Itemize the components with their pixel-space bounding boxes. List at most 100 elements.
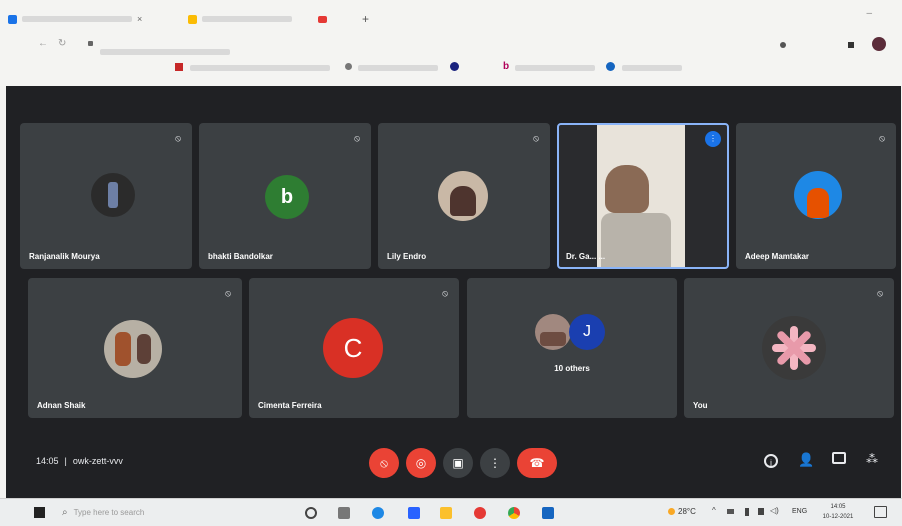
- battery-icon[interactable]: [745, 508, 749, 516]
- tray-chevron-icon[interactable]: ^: [712, 506, 716, 515]
- chat-button[interactable]: [832, 452, 846, 464]
- profile-avatar[interactable]: [872, 37, 886, 51]
- avatar: [438, 171, 488, 221]
- extension-icon[interactable]: [780, 42, 786, 48]
- participant-name: Cimenta Ferreira: [258, 401, 322, 410]
- video-feed: [597, 125, 685, 267]
- language-indicator[interactable]: ENG: [792, 508, 807, 515]
- participant-tile-self[interactable]: ⦸ You: [684, 278, 894, 418]
- tab-youtube[interactable]: +: [318, 10, 369, 28]
- reload-icon[interactable]: ↻: [58, 38, 66, 49]
- avatar: C: [323, 318, 383, 378]
- info-icon: i: [770, 458, 772, 468]
- edge-icon[interactable]: [372, 507, 384, 519]
- participant-name: Adnan Shaik: [37, 401, 86, 410]
- url-field[interactable]: [100, 42, 230, 60]
- notification-icon[interactable]: [874, 506, 887, 518]
- participant-tile[interactable]: ⦸ b bhakti Bandolkar: [199, 123, 371, 269]
- volume-icon[interactable]: ◁): [770, 506, 779, 515]
- mic-off-icon: ⦸: [877, 288, 883, 298]
- participants-button[interactable]: 👤: [798, 452, 814, 468]
- tab-meet[interactable]: ×: [8, 10, 142, 28]
- clock-time: 14:05: [830, 504, 846, 510]
- participant-name: Dr. Ga... ...: [566, 252, 606, 261]
- bookmarks-bar: b: [0, 60, 902, 78]
- participant-name: Lily Endro: [387, 252, 427, 261]
- wifi-icon[interactable]: [758, 508, 764, 515]
- browser-chrome: × + – ← ↻ b: [0, 0, 902, 86]
- app-icon[interactable]: [474, 507, 486, 519]
- mic-off-icon: ⦸: [879, 133, 885, 143]
- participant-name: 10 others: [554, 364, 590, 373]
- bookmark-icon-2[interactable]: [345, 63, 352, 70]
- mic-off-icon: ⦸: [533, 133, 539, 143]
- weather-widget[interactable]: 28°C: [668, 507, 696, 516]
- mic-off-icon: ⦸: [175, 133, 181, 143]
- mic-toggle-button[interactable]: ⦸: [369, 448, 399, 478]
- participant-name: You: [693, 401, 708, 410]
- participant-tile-speaking[interactable]: ⋮ Dr. Ga... ...: [557, 123, 729, 269]
- speaking-indicator-icon: ⋮: [705, 131, 721, 147]
- mic-off-icon: ⦸: [380, 455, 388, 470]
- info-button[interactable]: i: [764, 454, 778, 468]
- camera-toggle-button[interactable]: ◎: [406, 448, 436, 478]
- participant-tile[interactable]: ⦸ Adeep Mamtakar: [736, 123, 896, 269]
- bookmark-icon-1[interactable]: [175, 63, 183, 71]
- taskbar-search[interactable]: ⌕ Type here to search: [62, 504, 242, 521]
- end-call-icon: ☎: [529, 456, 545, 470]
- bookmark-icon-5[interactable]: [606, 62, 615, 71]
- file-explorer-icon[interactable]: [440, 507, 452, 519]
- search-icon: ⌕: [62, 507, 68, 518]
- present-icon: ▣: [452, 456, 464, 470]
- tab-strip: × + –: [0, 0, 902, 30]
- avatar: b: [265, 175, 309, 219]
- flower-icon: [772, 326, 816, 370]
- meet-tab-icon: [8, 14, 17, 24]
- windows-taskbar: ⌕ Type here to search 28°C ^ ◁) ENG 14:0…: [0, 498, 902, 526]
- address-row: ← ↻: [0, 34, 902, 56]
- activities-button[interactable]: ⁂: [866, 452, 878, 466]
- tab-other[interactable]: [188, 10, 292, 28]
- people-icon: 👤: [798, 452, 815, 467]
- participant-tile[interactable]: ⦸ Adnan Shaik: [28, 278, 242, 418]
- participant-tile[interactable]: ⦸ Lily Endro: [378, 123, 550, 269]
- sun-icon: [668, 508, 675, 515]
- bookmark-icon-4[interactable]: b: [503, 61, 509, 72]
- participant-tile[interactable]: ⦸ Ranjanalik Mourya: [20, 123, 192, 269]
- clock[interactable]: 14:05 10-12-2021: [820, 502, 856, 522]
- others-tile[interactable]: J 10 others: [467, 278, 677, 418]
- mail-icon[interactable]: [408, 507, 420, 519]
- new-tab-icon[interactable]: +: [362, 12, 369, 26]
- participant-name: Adeep Mamtakar: [745, 252, 810, 261]
- participant-tile[interactable]: ⦸ C Cimenta Ferreira: [249, 278, 459, 418]
- back-icon[interactable]: ←: [38, 38, 48, 49]
- mic-off-icon: ⦸: [442, 288, 448, 298]
- participant-name: bhakti Bandolkar: [208, 252, 273, 261]
- avatar: [794, 171, 842, 219]
- avatar: [91, 173, 135, 217]
- word-icon[interactable]: [542, 507, 554, 519]
- meeting-details: 14:05 | owk-zett-vvv: [36, 456, 123, 466]
- leave-call-button[interactable]: ☎: [517, 448, 557, 478]
- cortana-icon[interactable]: [305, 507, 317, 519]
- windows-start-icon[interactable]: [34, 507, 45, 518]
- chrome-icon[interactable]: [508, 507, 520, 519]
- separator: |: [64, 456, 67, 466]
- bookmark-icon-3[interactable]: [450, 62, 459, 71]
- present-button[interactable]: ▣: [443, 448, 473, 478]
- network-icon[interactable]: [727, 509, 734, 514]
- mic-off-icon: ⦸: [354, 133, 360, 143]
- tab-close-icon[interactable]: ×: [137, 14, 142, 24]
- mic-off-icon: ⦸: [225, 288, 231, 298]
- search-placeholder: Type here to search: [73, 508, 145, 517]
- meeting-controls: 14:05 | owk-zett-vvv ⦸ ◎ ▣ ⋮ ☎ i 👤 ⁂: [6, 426, 901, 498]
- puzzle-icon[interactable]: [848, 42, 854, 48]
- avatar: J: [569, 314, 605, 350]
- more-options-button[interactable]: ⋮: [480, 448, 510, 478]
- youtube-tab-icon: [318, 15, 327, 23]
- shapes-icon: ⁂: [866, 452, 878, 466]
- clock-date: 10-12-2021: [822, 514, 854, 520]
- task-view-icon[interactable]: [338, 507, 350, 519]
- window-minimize-icon[interactable]: –: [866, 8, 872, 19]
- temperature: 28°C: [678, 507, 696, 516]
